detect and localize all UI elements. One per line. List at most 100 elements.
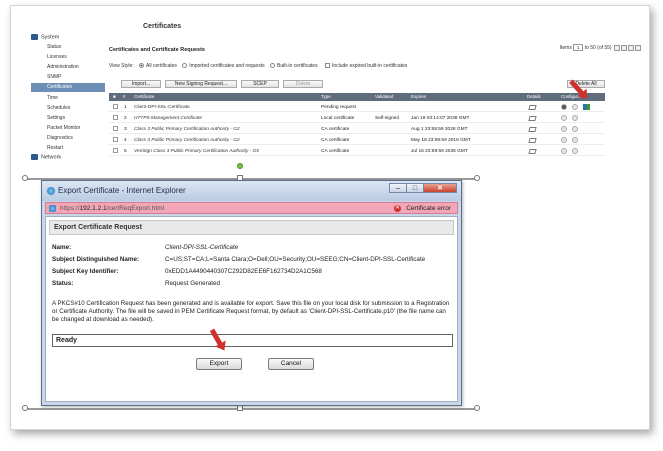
upload-icon[interactable] (583, 104, 590, 110)
header-certificate: Certificate (134, 94, 155, 99)
pagination-control: Items 1 to 50 (of 55) (560, 44, 641, 51)
row-certificate: Client-DPI-SSL-Certificate (134, 105, 190, 110)
sidebar-item-snmp[interactable]: SNMP (47, 74, 61, 80)
table-header: ■ # Certificate Type Validated Expires D… (109, 93, 605, 101)
field-value: C=US;ST=CA;L=Santa Clara;O=Dell;OU=Secur… (165, 256, 426, 263)
details-icon[interactable] (528, 138, 537, 143)
minimize-button[interactable]: – (389, 183, 407, 193)
first-page-icon[interactable] (614, 44, 620, 51)
resize-handle[interactable] (22, 405, 28, 411)
import-button[interactable]: Import... (121, 80, 161, 88)
include-expired-checkbox[interactable] (324, 63, 330, 69)
sidebar: System Status Licenses Administration SN… (11, 6, 107, 181)
details-icon[interactable] (528, 127, 537, 132)
field-value: Request Generated (165, 280, 220, 287)
details-icon[interactable] (528, 116, 537, 121)
row-type: CA certificate (321, 127, 350, 132)
close-button[interactable]: ✕ (423, 183, 457, 193)
delete-icon[interactable] (561, 104, 567, 110)
row-expires: Jul 16 23:59:59 2036 GMT (411, 149, 468, 154)
address-bar[interactable]: https://192.1.2.1/certReqExport.html ✕ C… (45, 202, 458, 214)
internet-explorer-icon (47, 187, 55, 195)
items-label: Items (559, 44, 572, 51)
row-checkbox[interactable] (113, 148, 118, 153)
export-icon[interactable] (572, 126, 578, 132)
page-title: Certificates (143, 23, 181, 30)
row-certificate: Class 3 Public Primary Certification Aut… (134, 138, 240, 143)
sidebar-item-status[interactable]: Status (47, 44, 61, 50)
sidebar-item-diagnostics[interactable]: Diagnostics (47, 135, 73, 141)
table-row[interactable]: 5 VeriSign Class 3 Public Primary Certif… (109, 146, 605, 156)
sidebar-item-administration[interactable]: Administration (47, 64, 79, 70)
row-checkbox[interactable] (113, 126, 118, 131)
sidebar-item-packet-monitor[interactable]: Packet Monitor (47, 125, 80, 131)
sidebar-item-settings[interactable]: Settings (47, 115, 65, 121)
sidebar-item-restart[interactable]: Restart (47, 145, 63, 151)
rotate-handle[interactable] (237, 163, 243, 169)
export-icon[interactable] (572, 148, 578, 154)
header-select-all-checkbox[interactable]: ■ (113, 94, 116, 99)
row-checkbox[interactable] (113, 137, 118, 142)
sidebar-item-certificates[interactable]: Certificates (31, 83, 105, 92)
edit-icon[interactable] (561, 137, 567, 143)
row-checkbox[interactable] (113, 115, 118, 120)
row-num: 4 (124, 138, 127, 143)
export-certificate-dialog: Export Certificate - Internet Explorer –… (41, 180, 462, 406)
export-icon[interactable] (572, 115, 578, 121)
details-icon[interactable] (528, 149, 537, 154)
dialog-content: Export Certificate Request Name: Client-… (45, 216, 458, 402)
details-icon[interactable] (528, 105, 537, 110)
delete-button[interactable]: Delete (283, 80, 323, 88)
export-icon[interactable] (572, 137, 578, 143)
radio-label-imported: Imported certificates and requests (189, 63, 265, 69)
sidebar-network[interactable]: Network (31, 154, 61, 160)
export-icon[interactable] (572, 104, 578, 110)
prev-page-icon[interactable] (621, 44, 627, 51)
last-page-icon[interactable] (635, 44, 641, 51)
view-style-label: View Style: (109, 63, 134, 69)
row-num: 2 (124, 116, 127, 121)
maximize-button[interactable]: □ (406, 183, 424, 193)
resize-handle[interactable] (474, 175, 480, 181)
table-row[interactable]: 2 HTTPS Management Certificate Local cer… (109, 113, 605, 123)
table-row[interactable]: 4 Class 3 Public Primary Certification A… (109, 135, 605, 145)
sidebar-item-licenses[interactable]: Licenses (47, 54, 67, 60)
maximize-icon: □ (412, 185, 418, 192)
radio-label-all: All certificates (146, 63, 177, 69)
new-signing-request-button[interactable]: New Signing Request... (165, 80, 237, 88)
resize-handle[interactable] (22, 175, 28, 181)
dialog-titlebar[interactable]: Export Certificate - Internet Explorer –… (42, 181, 461, 201)
header-num: # (123, 94, 126, 99)
header-type: Type (321, 94, 331, 99)
header-validated: Validated (375, 94, 394, 99)
items-range: to 50 (of 55) (584, 44, 612, 51)
page-title-text: Certificates (143, 23, 182, 30)
radio-built-in[interactable] (270, 63, 275, 69)
sidebar-system[interactable]: System (31, 34, 59, 40)
view-style: View Style: All certificates Imported ce… (109, 63, 407, 69)
cancel-button[interactable]: Cancel (268, 358, 314, 370)
items-start-input[interactable]: 1 (573, 44, 584, 51)
scep-button[interactable]: SCEP (241, 80, 279, 88)
radio-all-certificates[interactable] (139, 63, 145, 69)
certificate-error-label[interactable]: Certificate error (406, 205, 451, 212)
edit-icon[interactable] (561, 126, 567, 132)
selection-border-bottom (25, 408, 477, 410)
edit-icon[interactable] (561, 115, 567, 121)
sidebar-item-schedules[interactable]: Schedules (47, 105, 70, 111)
next-page-icon[interactable] (628, 44, 634, 51)
ready-status-box: Ready (52, 334, 453, 347)
row-type: CA certificate (321, 138, 350, 143)
sidebar-item-time[interactable]: Time (47, 95, 58, 101)
export-button[interactable]: Export (196, 358, 242, 370)
row-expires: Aug 1 23:59:59 2028 GMT (411, 127, 468, 132)
table-row[interactable]: 3 Class 3 Public Primary Certification A… (109, 124, 605, 134)
row-checkbox[interactable] (113, 104, 118, 109)
radio-imported[interactable] (182, 63, 188, 69)
screenshot-frame: System Status Licenses Administration SN… (10, 5, 650, 430)
resize-handle[interactable] (474, 405, 480, 411)
certificate-error-icon[interactable]: ✕ (394, 205, 401, 212)
edit-icon[interactable] (561, 148, 567, 154)
table-row[interactable]: 1 Client-DPI-SSL-Certificate Pending req… (109, 102, 605, 112)
address-url[interactable]: https://192.1.2.1/certReqExport.html (60, 205, 164, 212)
